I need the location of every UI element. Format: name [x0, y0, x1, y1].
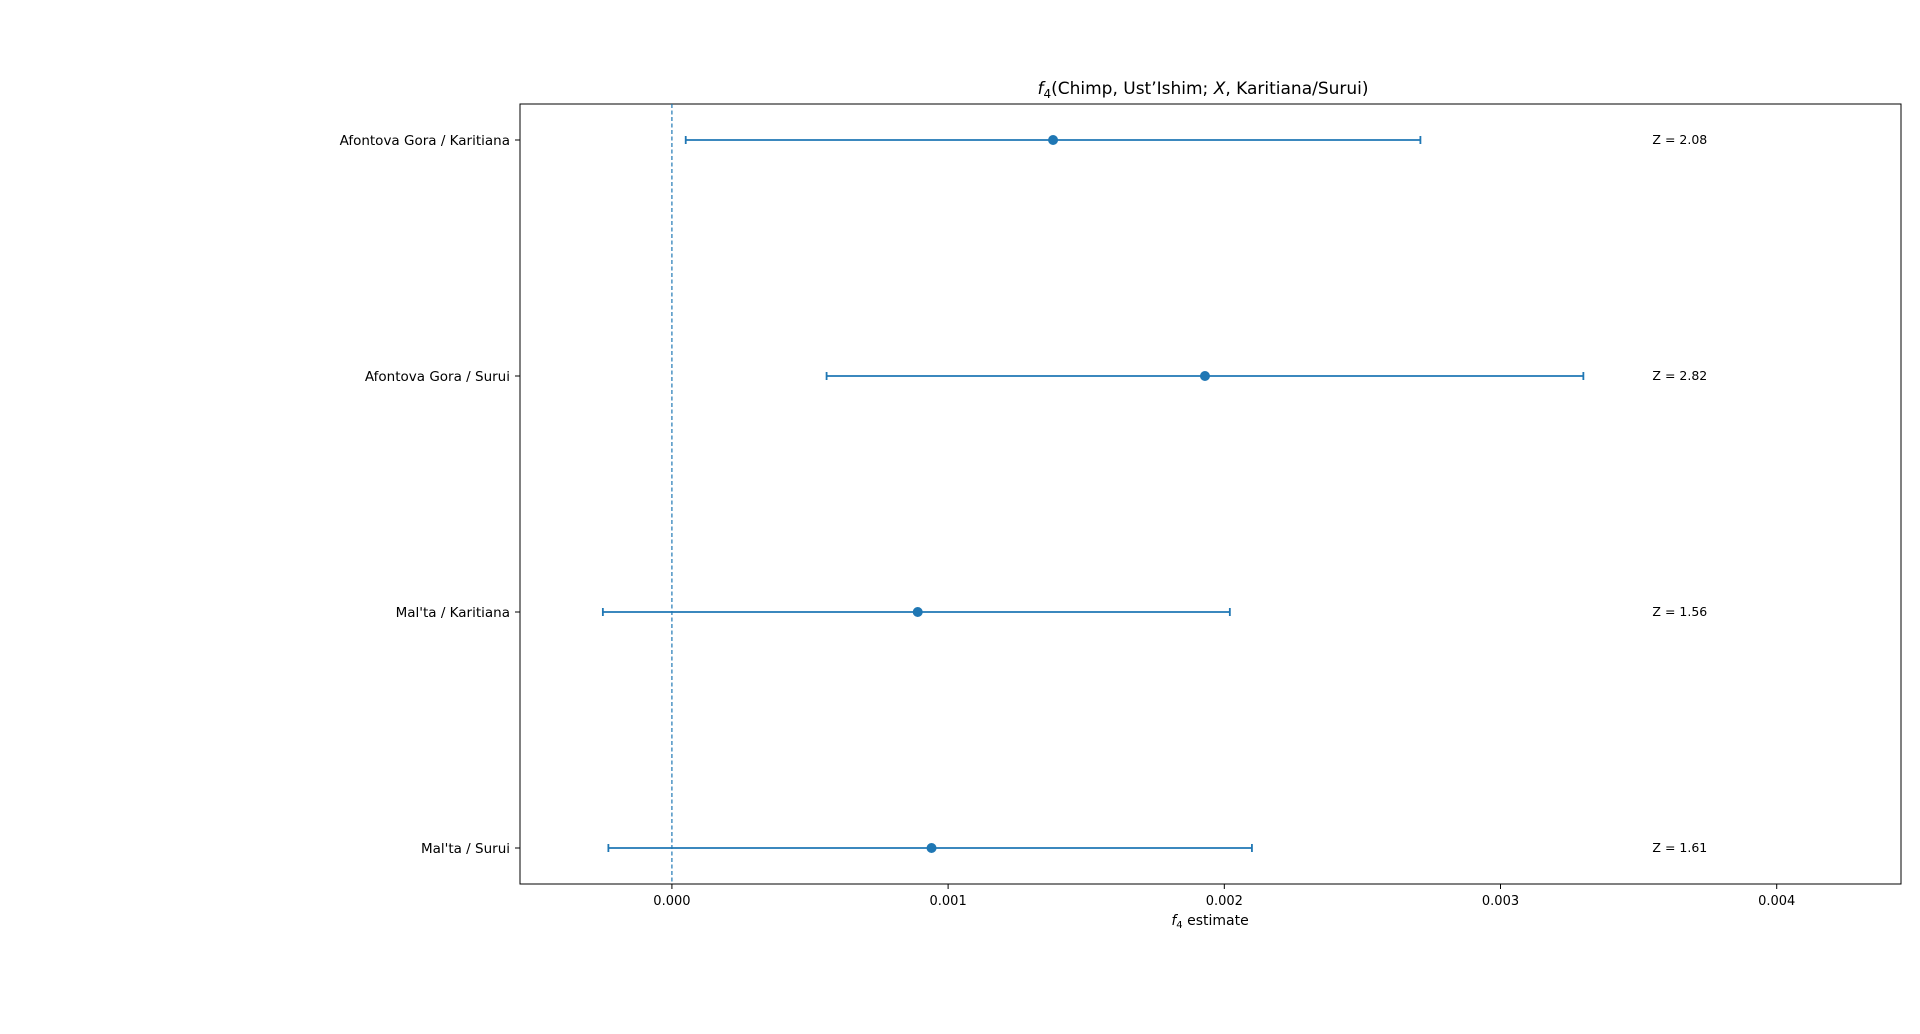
- x-tick-label: 0.003: [1482, 894, 1519, 909]
- category-label: Mal'ta / Surui: [421, 841, 510, 857]
- category-label: Mal'ta / Karitiana: [396, 605, 510, 621]
- estimate-point: [1199, 371, 1210, 381]
- category-label: Afontova Gora / Surui: [365, 369, 510, 385]
- forest-plot: f4(Chimp, Ust’Ishim; X, Karitiana/Surui)…: [340, 79, 1902, 931]
- x-tick-label: 0.001: [930, 894, 967, 909]
- y-axis-ticks: Afontova Gora / Karitiana Afontova Gora /…: [340, 133, 520, 857]
- plot-area-frame: [519, 103, 1902, 885]
- chart-title: f4(Chimp, Ust’Ishim; X, Karitiana/Surui): [1037, 79, 1368, 101]
- estimate-point: [1048, 135, 1059, 145]
- estimate-point: [926, 843, 937, 853]
- category-label: Afontova Gora / Karitiana: [340, 133, 510, 149]
- z-score-labels: Z = 2.08 Z = 2.82 Z = 1.56 Z = 1.61: [1652, 132, 1707, 855]
- error-bars: [601, 135, 1585, 853]
- x-axis-title: f4 estimate: [1171, 913, 1248, 931]
- estimate-point: [912, 607, 923, 617]
- x-tick-label: 0.000: [653, 894, 690, 909]
- z-score-label: Z = 1.56: [1652, 604, 1707, 619]
- z-score-label: Z = 2.82: [1652, 368, 1707, 383]
- z-score-label: Z = 1.61: [1652, 840, 1707, 855]
- x-axis-ticks: 0.000 0.001 0.002 0.003 0.004: [653, 884, 1795, 909]
- x-tick-label: 0.004: [1758, 894, 1795, 909]
- z-score-label: Z = 2.08: [1652, 132, 1707, 147]
- x-tick-label: 0.002: [1206, 894, 1243, 909]
